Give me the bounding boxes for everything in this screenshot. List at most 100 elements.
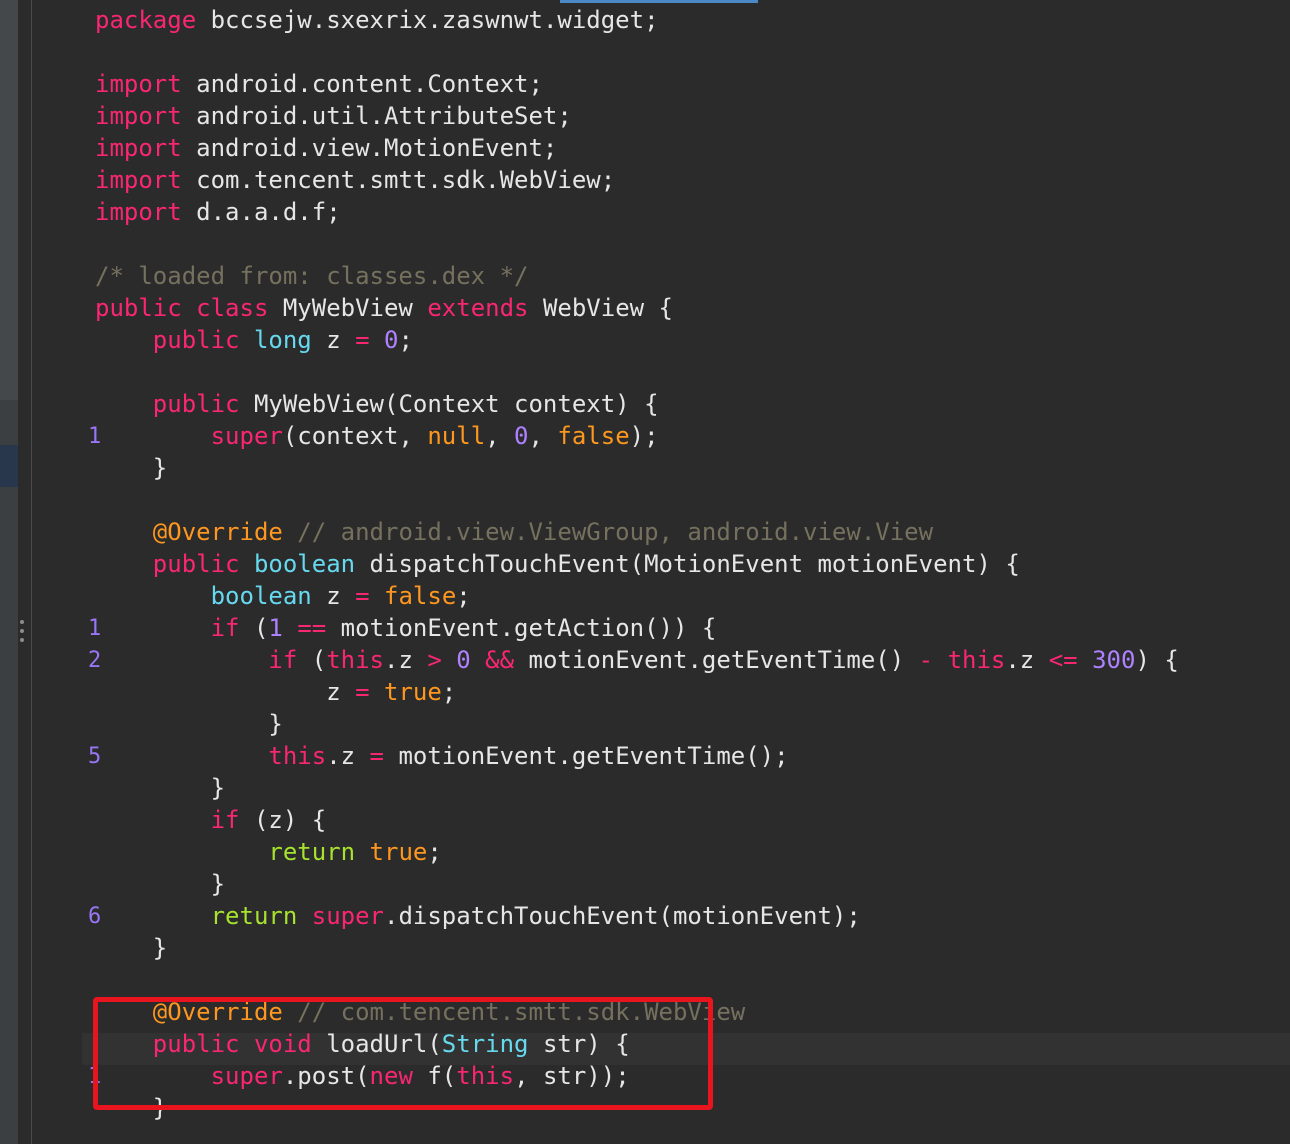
code-token: package	[95, 6, 197, 34]
code-line: return true;	[95, 836, 1290, 868]
code-token: .dispatchTouchEvent(motionEvent);	[384, 902, 861, 930]
code-line: boolean z = false;	[95, 580, 1290, 612]
code-token: 0	[456, 646, 471, 674]
code-token: if	[95, 806, 240, 834]
code-token: ;	[398, 326, 413, 354]
code-token: // android.view.ViewGroup, android.view.…	[282, 518, 934, 546]
code-token: ,	[485, 422, 515, 450]
code-token: @Override	[95, 518, 283, 546]
tool-window-strip	[0, 0, 18, 1144]
code-line: import android.view.MotionEvent;	[95, 132, 1290, 164]
code-line: @Override // android.view.ViewGroup, and…	[95, 516, 1290, 548]
code-token: z	[311, 582, 356, 610]
code-token: .z	[384, 646, 428, 674]
code-token: extends	[427, 294, 529, 322]
code-token: =	[355, 326, 370, 354]
code-token: boolean	[95, 582, 312, 610]
tool-window-marker[interactable]	[0, 445, 18, 487]
code-line: }	[95, 708, 1290, 740]
red-highlight-box	[93, 997, 713, 1110]
code-token: ;	[441, 678, 457, 706]
code-token: =	[369, 742, 384, 770]
code-token: true	[384, 678, 442, 706]
code-line: package bccsejw.sxexrix.zaswnwt.widget;	[95, 4, 1290, 36]
code-line: }	[95, 868, 1290, 900]
code-token: motionEvent.getAction()) {	[326, 614, 717, 642]
code-token: super	[95, 422, 283, 450]
code-token: z	[311, 326, 356, 354]
code-line: if (z) {	[95, 804, 1290, 836]
code-token: WebView {	[528, 294, 673, 322]
code-token: .z	[326, 742, 370, 770]
code-token: MyWebView	[268, 294, 428, 322]
code-token: motionEvent.getEventTime()	[514, 646, 919, 674]
code-token: import	[95, 134, 182, 162]
code-line: if (1 == motionEvent.getAction()) {	[95, 612, 1290, 644]
code-token: android.view.MotionEvent;	[181, 134, 558, 162]
code-token: public	[95, 390, 240, 418]
code-token: import	[95, 166, 182, 194]
active-tab-indicator	[560, 0, 758, 3]
code-token: bccsejw.sxexrix.zaswnwt.widget;	[196, 6, 659, 34]
code-token: false	[384, 582, 457, 610]
code-token: ;	[427, 838, 442, 866]
code-token: return	[95, 838, 356, 866]
code-token: motionEvent.getEventTime();	[384, 742, 789, 770]
code-token: this	[95, 742, 327, 770]
code-token: com.tencent.smtt.sdk.WebView;	[181, 166, 616, 194]
code-token: z	[95, 678, 356, 706]
code-line: import com.tencent.smtt.sdk.WebView;	[95, 164, 1290, 196]
code-token: &&	[485, 646, 515, 674]
code-token: 0	[384, 326, 399, 354]
code-line: public long z = 0;	[95, 324, 1290, 356]
code-line: public class MyWebView extends WebView {	[95, 292, 1290, 324]
code-token: ) {	[1135, 646, 1179, 674]
code-token: public	[95, 326, 254, 354]
code-token: this	[947, 646, 1006, 674]
code-token: }	[95, 454, 168, 482]
code-token: import	[95, 70, 182, 98]
code-token: }	[95, 934, 168, 962]
code-token: if	[95, 646, 298, 674]
code-token: false	[557, 422, 630, 450]
code-token: ,	[528, 422, 558, 450]
code-token: true	[369, 838, 428, 866]
code-line: }	[95, 932, 1290, 964]
code-token: .z	[1005, 646, 1049, 674]
code-token: android.content.Context;	[181, 70, 543, 98]
code-line: }	[95, 772, 1290, 804]
drag-handle-icon[interactable]	[20, 620, 26, 652]
code-token: if	[95, 614, 240, 642]
code-editor[interactable]: package bccsejw.sxexrix.zaswnwt.widget; …	[95, 4, 1290, 1124]
code-line: public boolean dispatchTouchEvent(Motion…	[95, 548, 1290, 580]
code-token: }	[95, 710, 283, 738]
code-token: 0	[514, 422, 529, 450]
code-token: =	[355, 582, 370, 610]
code-token: long	[253, 326, 312, 354]
code-token: boolean	[253, 550, 356, 578]
code-token: ==	[297, 614, 327, 642]
code-token: }	[95, 870, 226, 898]
editor-gutter: 1 1 2 5 6 1	[32, 0, 101, 1144]
code-line: import android.content.Context;	[95, 68, 1290, 100]
code-line: z = true;	[95, 676, 1290, 708]
code-token: >	[427, 646, 442, 674]
code-line: public MyWebView(Context context) {	[95, 388, 1290, 420]
tool-window-panel	[0, 0, 18, 400]
code-token: null	[427, 422, 486, 450]
code-token: ;	[456, 582, 471, 610]
code-token: import	[95, 102, 182, 130]
code-line: import android.util.AttributeSet;	[95, 100, 1290, 132]
